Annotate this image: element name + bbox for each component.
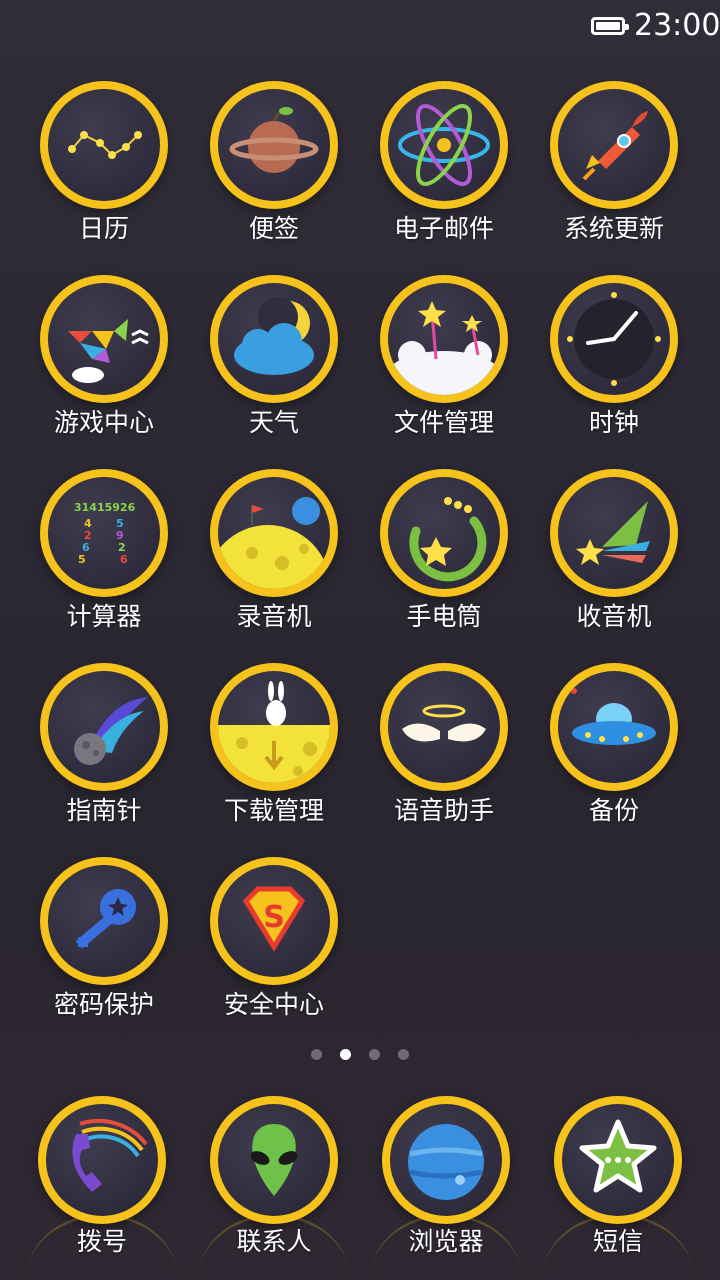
dock-app-messages[interactable]: 短信 [533, 1096, 703, 1276]
app-weather[interactable]: 天气 [189, 275, 359, 455]
app-recorder[interactable]: 录音机 [189, 469, 359, 649]
app-system-update[interactable]: 系统更新 [529, 81, 699, 261]
app-compass[interactable]: 指南针 [19, 663, 189, 843]
app-label: 文件管理 [393, 408, 494, 437]
atom-icon [388, 89, 500, 201]
app-label: 短信 [592, 1227, 643, 1256]
phone-rainbow-icon [46, 1104, 158, 1216]
app-label: 便签 [248, 214, 299, 243]
app-voice-assistant[interactable]: 语音助手 [359, 663, 529, 843]
alien-icon [218, 1104, 330, 1216]
moon-flag-icon [218, 477, 330, 589]
superman-shield-icon: S [218, 865, 330, 977]
app-label: 下载管理 [223, 796, 324, 825]
page-indicator[interactable] [0, 1049, 720, 1061]
app-calculator[interactable]: 31415926 45 29 62 56 计算器 [19, 469, 189, 649]
clock-icon [558, 283, 670, 395]
app-label: 浏览器 [408, 1227, 484, 1256]
ufo-icon [558, 671, 670, 783]
app-label: 电子邮件 [393, 214, 494, 243]
rocket-icon [558, 89, 670, 201]
app-label: 收音机 [576, 602, 652, 631]
star-chat-icon [562, 1104, 674, 1216]
battery-full-icon [591, 17, 629, 35]
angel-wings-icon [388, 671, 500, 783]
key-icon [48, 865, 160, 977]
rabbit-moon-icon [218, 671, 330, 783]
tangram-bird-icon [48, 283, 160, 395]
comet-icon [48, 671, 160, 783]
app-clock[interactable]: 时钟 [529, 275, 699, 455]
status-time: 23:00 [634, 8, 720, 43]
app-label: 安全中心 [223, 990, 324, 1019]
planet-icon [218, 89, 330, 201]
app-label: 计算器 [66, 602, 142, 631]
app-calendar[interactable]: 日历 [19, 81, 189, 261]
blue-planet-icon [390, 1104, 502, 1216]
star-wands-cloud-icon [388, 283, 500, 395]
svg-text:S: S [263, 900, 285, 935]
app-game-center[interactable]: 游戏中心 [19, 275, 189, 455]
page-dot[interactable] [311, 1049, 322, 1060]
dock-app-contacts[interactable]: 联系人 [189, 1096, 359, 1276]
app-label: 备份 [588, 796, 639, 825]
pi-numbers-icon: 31415926 45 29 62 56 [48, 477, 160, 589]
constellation-icon [48, 89, 160, 201]
app-flashlight[interactable]: 手电筒 [359, 469, 529, 649]
status-bar: 23:00 [0, 0, 720, 56]
app-download-manager[interactable]: 下载管理 [189, 663, 359, 843]
app-label: 联系人 [236, 1227, 312, 1256]
app-label: 系统更新 [563, 214, 664, 243]
app-backup[interactable]: 备份 [529, 663, 699, 843]
svg-text:31415926: 31415926 [74, 501, 136, 514]
shooting-star-icon [558, 477, 670, 589]
svg-text:6: 6 [120, 553, 128, 566]
app-label: 时钟 [588, 408, 639, 437]
app-security-center[interactable]: S 安全中心 [189, 857, 359, 1037]
app-email[interactable]: 电子邮件 [359, 81, 529, 261]
dock-app-dialer[interactable]: 拨号 [17, 1096, 187, 1276]
dock-app-browser[interactable]: 浏览器 [361, 1096, 531, 1276]
page-dot[interactable] [398, 1049, 409, 1060]
app-label: 游戏中心 [53, 408, 154, 437]
app-password-protection[interactable]: 密码保护 [19, 857, 189, 1037]
page-dot-active[interactable] [340, 1049, 351, 1060]
moon-cloud-icon [218, 283, 330, 395]
app-file-manager[interactable]: 文件管理 [359, 275, 529, 455]
app-radio[interactable]: 收音机 [529, 469, 699, 649]
app-label: 手电筒 [406, 602, 482, 631]
app-label: 天气 [248, 408, 299, 437]
star-swirl-icon [388, 477, 500, 589]
app-label: 指南针 [66, 796, 142, 825]
app-label: 语音助手 [393, 796, 494, 825]
app-label: 拨号 [76, 1227, 127, 1256]
app-label: 密码保护 [53, 990, 154, 1019]
app-label: 录音机 [236, 602, 312, 631]
app-notes[interactable]: 便签 [189, 81, 359, 261]
app-label: 日历 [78, 214, 129, 243]
svg-text:5: 5 [78, 553, 86, 566]
page-dot[interactable] [369, 1049, 380, 1060]
